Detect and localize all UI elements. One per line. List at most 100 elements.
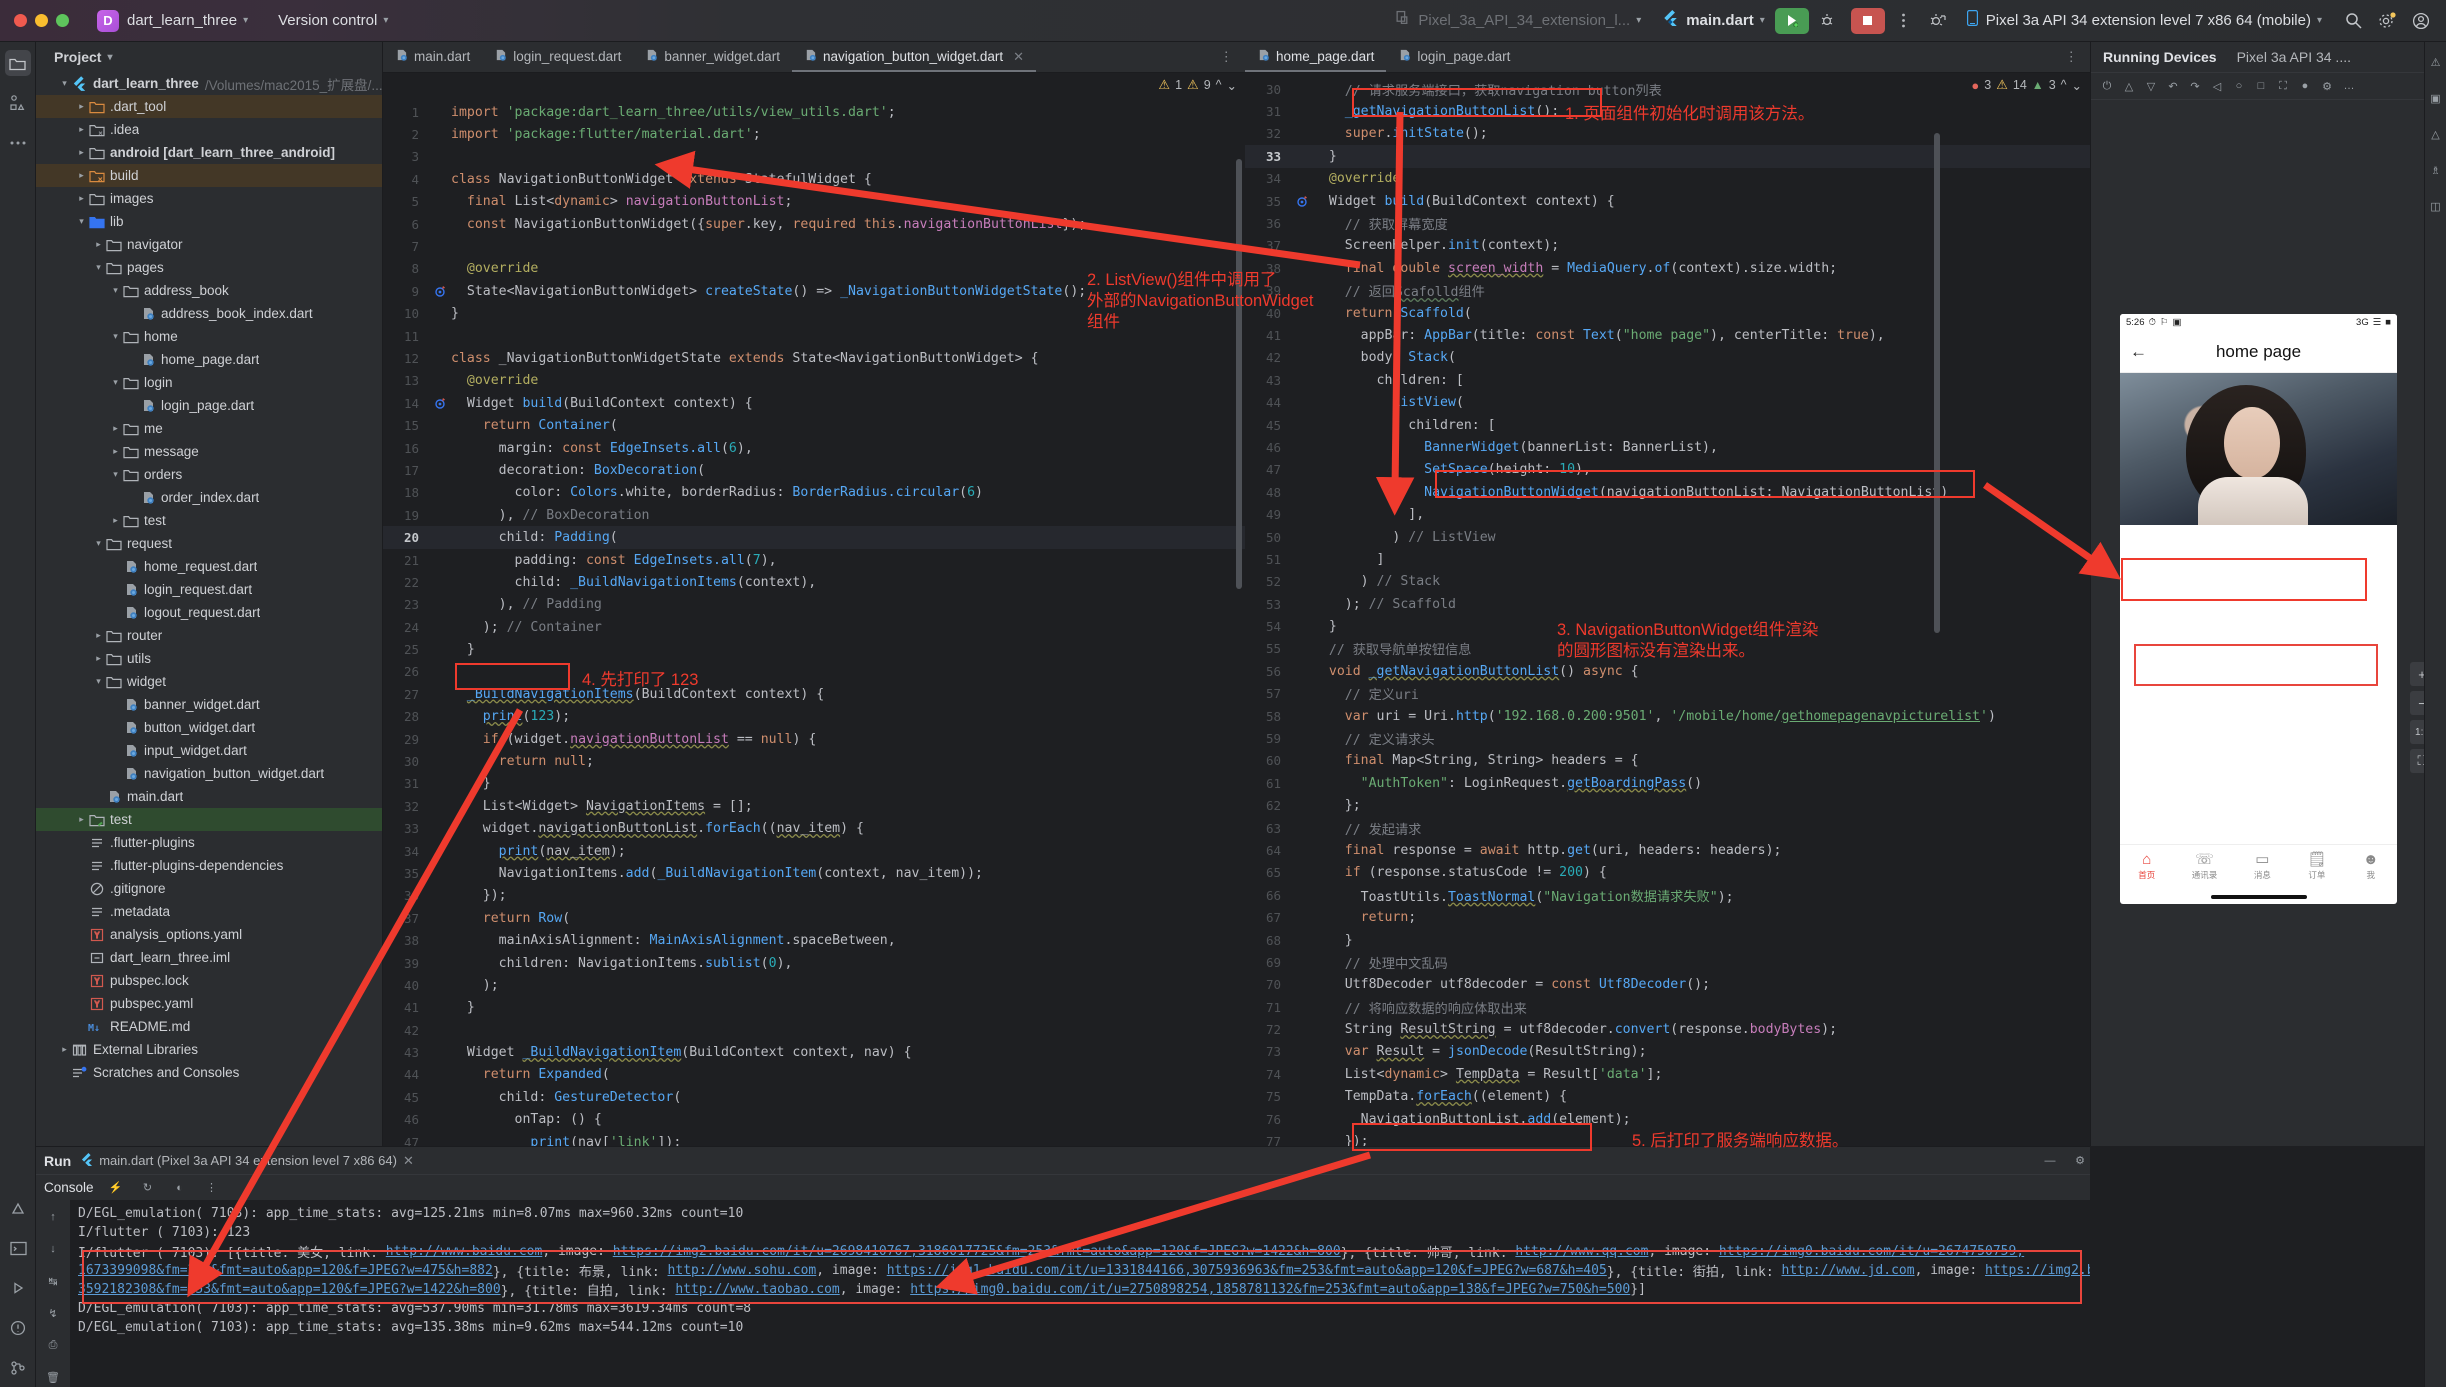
print-icon[interactable]: ⎙	[43, 1337, 63, 1355]
prev-problem-icon[interactable]: ^	[1216, 78, 1222, 92]
tree-item-home-request-dart[interactable]: ▸home_request.dart	[36, 555, 382, 578]
code-editor-left[interactable]: ⚠ 1 ⚠ 9 ^ ⌄ 1 import 'package:dart_learn_…	[383, 73, 1245, 1146]
minimize-window-button[interactable]	[35, 14, 48, 27]
console-tab-label[interactable]: Console	[44, 1180, 94, 1195]
tree-item-input-widget-dart[interactable]: ▸input_widget.dart	[36, 739, 382, 762]
scroll-to-end-icon[interactable]: ↯	[43, 1305, 63, 1323]
tree-item-address-book[interactable]: ▾ address_book	[36, 279, 382, 302]
chevron-right-icon[interactable]: ▸	[58, 1044, 71, 1055]
chevron-down-icon[interactable]: ▾	[243, 15, 248, 26]
rerun-icon[interactable]: ⚡	[106, 1178, 126, 1198]
window-controls[interactable]	[14, 14, 69, 27]
bottom-nav-item-订单[interactable]: 🗒 订单	[2307, 852, 2326, 881]
console-more-icon[interactable]: ⋮	[202, 1178, 222, 1198]
tree-item-navigation-button-widget-dart[interactable]: ▸navigation_button_widget.dart	[36, 762, 382, 785]
chevron-down-icon[interactable]: ▾	[92, 676, 105, 687]
inspection-widget-left[interactable]: ⚠ 1 ⚠ 9 ^ ⌄	[1158, 77, 1237, 93]
editor-tab-login-page-dart[interactable]: login_page.dart	[1386, 41, 1522, 72]
soft-wrap-icon[interactable]: ↹	[43, 1272, 63, 1290]
tree-item-android-dart-learn-three-android-[interactable]: ▸ android [dart_learn_three_android]	[36, 141, 382, 164]
tree-item-button-widget-dart[interactable]: ▸button_widget.dart	[36, 716, 382, 739]
chevron-down-icon[interactable]: ▾	[109, 285, 122, 296]
gutter-marker-icon[interactable]	[429, 285, 451, 297]
tree-item--idea[interactable]: ▸ .idea	[36, 118, 382, 141]
editor-scrollbar-left[interactable]	[1236, 159, 1242, 589]
tree-item-logout-request-dart[interactable]: ▸logout_request.dart	[36, 601, 382, 624]
tree-item--dart-tool[interactable]: ▸ .dart_tool	[36, 95, 382, 118]
device-tab-running-devices[interactable]: Running Devices	[2103, 49, 2217, 65]
search-icon[interactable]	[2338, 8, 2368, 34]
chevron-right-icon[interactable]: ▸	[92, 630, 105, 641]
next-problem-icon[interactable]: ⌄	[2072, 78, 2082, 93]
chevron-right-icon[interactable]: ▸	[75, 101, 88, 112]
back-nav-icon[interactable]: ◁	[2207, 76, 2227, 96]
inspection-widget-right[interactable]: ● 3 ⚠ 14 ▲ 3 ^ ⌄	[1971, 77, 2082, 93]
chevron-right-icon[interactable]: ▸	[109, 446, 122, 457]
chevron-down-icon[interactable]: ▾	[107, 52, 112, 63]
back-arrow-icon[interactable]: ←	[2130, 342, 2147, 362]
chevron-down-icon[interactable]: ▾	[109, 469, 122, 480]
chevron-right-icon[interactable]: ▸	[92, 653, 105, 664]
problems-tool-window-icon[interactable]	[5, 1315, 31, 1341]
tree-item-scratches-and-consoles[interactable]: ▸Scratches and Consoles	[36, 1061, 382, 1084]
chevron-right-icon[interactable]: ▸	[109, 515, 122, 526]
tree-item-login-page-dart[interactable]: ▸login_page.dart	[36, 394, 382, 417]
tree-item-request[interactable]: ▾ request	[36, 532, 382, 555]
tree-item-router[interactable]: ▸ router	[36, 624, 382, 647]
chevron-right-icon[interactable]: ▸	[75, 193, 88, 204]
version-control-menu[interactable]: Version control ▾	[270, 12, 388, 29]
chevron-down-icon[interactable]: ▾	[109, 331, 122, 342]
flutter-inspector-icon[interactable]	[5, 1195, 31, 1221]
tree-item-pages[interactable]: ▾ pages	[36, 256, 382, 279]
editor-tabs-more-icon[interactable]: ⋮	[2053, 41, 2091, 72]
rotate-right-icon[interactable]: ↷	[2185, 76, 2205, 96]
tree-item--flutter-plugins[interactable]: ▸.flutter-plugins	[36, 831, 382, 854]
tree-item-readme-md[interactable]: ▸M↓README.md	[36, 1015, 382, 1038]
tree-item-build[interactable]: ▸ build	[36, 164, 382, 187]
home-nav-icon[interactable]: ○	[2229, 76, 2249, 96]
maximize-window-button[interactable]	[56, 14, 69, 27]
tree-item-message[interactable]: ▸ message	[36, 440, 382, 463]
bottom-nav-item-通讯录[interactable]: ☏ 通讯录	[2192, 852, 2218, 881]
project-tool-window-icon[interactable]	[4, 50, 31, 76]
tree-item-pubspec-yaml[interactable]: ▸Ypubspec.yaml	[36, 992, 382, 1015]
close-icon[interactable]: ✕	[403, 1153, 414, 1169]
run-config-selector[interactable]: main.dart ▾	[1663, 10, 1765, 31]
chevron-down-icon[interactable]: ▾	[92, 262, 105, 273]
debug-attach-icon[interactable]	[1923, 8, 1953, 34]
target-device-selector[interactable]: Pixel 3a API 34 extension level 7 x86 64…	[1966, 10, 2322, 31]
more-tool-windows-icon[interactable]	[5, 130, 31, 156]
console-output[interactable]: D/EGL_emulation( 7103): app_time_stats: …	[70, 1200, 2090, 1387]
tree-item-navigator[interactable]: ▸ navigator	[36, 233, 382, 256]
volume-down-icon[interactable]: ▽	[2141, 76, 2161, 96]
screenshot-icon[interactable]: ⛶	[2273, 76, 2293, 96]
chevron-down-icon[interactable]: ▾	[75, 216, 88, 227]
emulator-screen[interactable]: 5:26 ⏱ ⚐ ▣ 3G ☰ ■ ← home page ⌂ 首页 ☏ 通讯录 ▭ 消息…	[2120, 314, 2397, 904]
chevron-down-icon[interactable]: ▾	[58, 78, 71, 89]
editor-tab-main-dart[interactable]: main.dart	[383, 41, 482, 72]
stop-button[interactable]	[1850, 7, 1885, 34]
chevron-right-icon[interactable]: ▸	[75, 124, 88, 135]
tree-item-home-page-dart[interactable]: ▸home_page.dart	[36, 348, 382, 371]
editor-tab-home-page-dart[interactable]: home_page.dart	[1245, 41, 1387, 72]
notifications-icon[interactable]: ⚠	[2426, 52, 2446, 72]
run-tab-label[interactable]: Run	[44, 1153, 71, 1169]
device-manager-icon[interactable]: ▣	[2426, 88, 2446, 108]
gutter-marker-icon[interactable]	[429, 397, 451, 409]
tree-item-me[interactable]: ▸ me	[36, 417, 382, 440]
chevron-right-icon[interactable]: ▸	[75, 147, 88, 158]
run-configuration-chip[interactable]: main.dart (Pixel 3a API 34 extension lev…	[81, 1152, 414, 1169]
device-settings-icon[interactable]: ⚙	[2317, 76, 2337, 96]
project-tree-header[interactable]: Project ▾	[36, 42, 382, 72]
chevron-right-icon[interactable]: ▸	[92, 239, 105, 250]
device-config-selector[interactable]: Pixel_3a_API_34_extension_l... ▾	[1395, 10, 1641, 31]
tree-item-orders[interactable]: ▾ orders	[36, 463, 382, 486]
structure-tool-window-icon[interactable]	[5, 90, 31, 116]
tree-item-pubspec-lock[interactable]: ▸Ypubspec.lock	[36, 969, 382, 992]
editor-tab-banner-widget-dart[interactable]: banner_widget.dart	[633, 41, 792, 72]
prev-problem-icon[interactable]: ^	[2061, 78, 2067, 92]
chevron-down-icon[interactable]: ▾	[92, 538, 105, 549]
gradle-icon[interactable]: ♗	[2426, 160, 2446, 180]
bottom-nav-item-首页[interactable]: ⌂ 首页	[2138, 852, 2155, 881]
terminal-icon[interactable]	[5, 1235, 31, 1261]
